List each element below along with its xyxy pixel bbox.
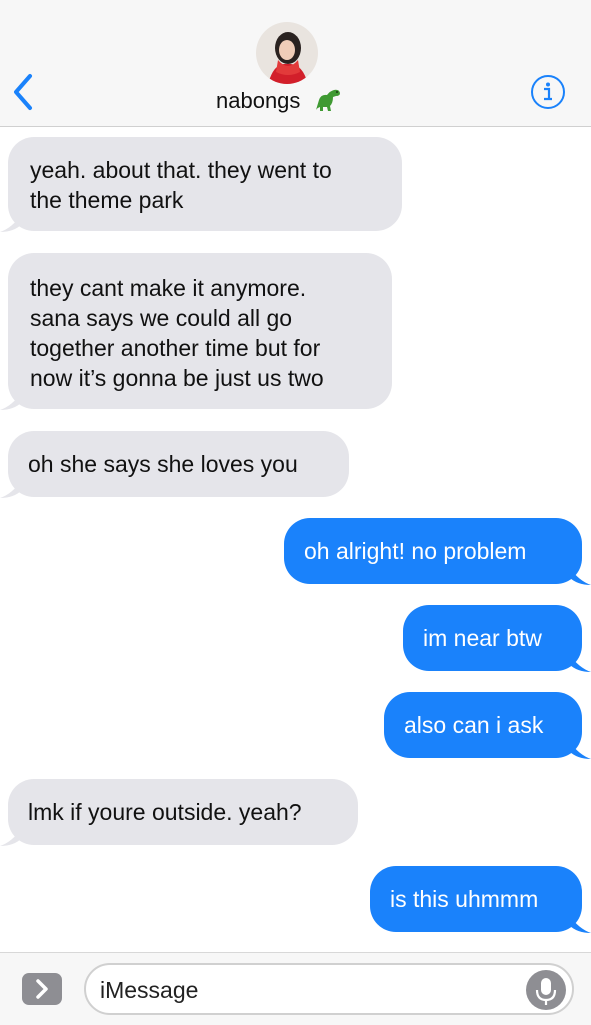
bubble-tail bbox=[569, 741, 591, 759]
avatar[interactable] bbox=[256, 22, 318, 84]
contact-name[interactable]: nabongs bbox=[216, 88, 300, 114]
message-text: im near btw bbox=[423, 625, 542, 651]
message-bubble-incoming[interactable]: oh she says she loves you bbox=[8, 431, 349, 497]
apps-button[interactable] bbox=[22, 973, 62, 1005]
message-text: lmk if youre outside. yeah? bbox=[28, 799, 302, 825]
bubble-tail bbox=[569, 915, 591, 933]
info-icon bbox=[531, 75, 565, 109]
conversation-header: nabongs bbox=[0, 0, 591, 127]
message-text: is this uhmmm bbox=[390, 886, 539, 912]
message-bubble-incoming[interactable]: they cant make it anymore. sana says we … bbox=[8, 253, 392, 409]
message-text: yeah. about that. they went to the theme… bbox=[30, 157, 332, 213]
message-bubble-incoming[interactable]: yeah. about that. they went to the theme… bbox=[8, 137, 402, 231]
message-bubble-outgoing[interactable]: is this uhmmm bbox=[370, 866, 582, 932]
back-button[interactable] bbox=[10, 72, 40, 112]
message-text: oh she says she loves you bbox=[28, 451, 298, 477]
message-bubble-outgoing[interactable]: im near btw bbox=[403, 605, 582, 671]
bubble-tail bbox=[0, 828, 22, 846]
microphone-icon bbox=[535, 978, 557, 1005]
message-bubble-incoming[interactable]: lmk if youre outside. yeah? bbox=[8, 779, 358, 845]
message-composer: iMessage bbox=[0, 952, 591, 1025]
dictation-button[interactable] bbox=[526, 970, 566, 1010]
chevron-left-icon bbox=[14, 74, 32, 110]
dinosaur-emoji-icon bbox=[312, 86, 342, 114]
message-bubble-outgoing[interactable]: also can i ask bbox=[384, 692, 582, 758]
message-text: oh alright! no problem bbox=[304, 538, 527, 564]
message-bubble-outgoing[interactable]: oh alright! no problem bbox=[284, 518, 582, 584]
info-button[interactable] bbox=[530, 74, 566, 110]
bubble-tail bbox=[0, 480, 22, 498]
bubble-tail bbox=[569, 567, 591, 585]
message-input[interactable]: iMessage bbox=[84, 963, 574, 1015]
message-input-placeholder: iMessage bbox=[100, 977, 199, 1003]
message-text: also can i ask bbox=[404, 712, 544, 738]
bubble-tail bbox=[0, 214, 22, 232]
bubble-tail bbox=[0, 392, 22, 410]
chevron-right-icon bbox=[36, 979, 48, 999]
message-text: they cant make it anymore. sana says we … bbox=[30, 275, 324, 391]
bubble-tail bbox=[569, 654, 591, 672]
